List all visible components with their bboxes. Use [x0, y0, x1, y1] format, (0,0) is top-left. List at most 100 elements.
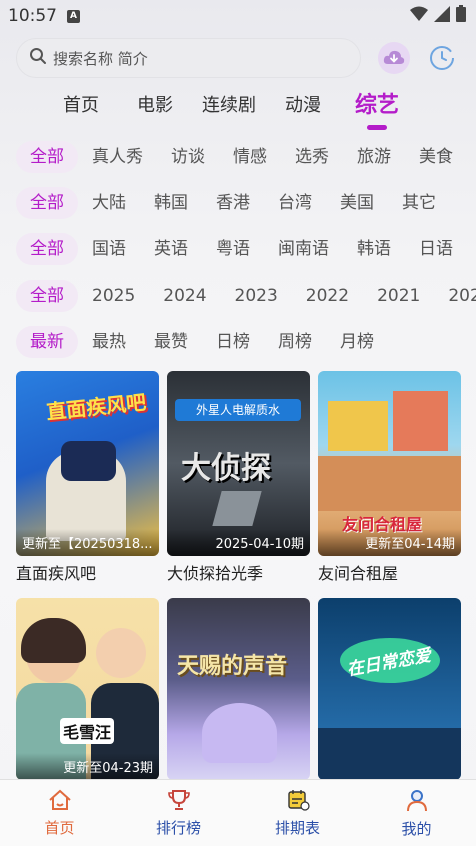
sort-chip[interactable]: 周榜 [264, 326, 326, 358]
filter-chip[interactable]: 日语 [405, 233, 467, 265]
show-poster: 在日常恋爱 [318, 598, 461, 780]
filter-chip[interactable]: 选秀 [281, 141, 343, 173]
show-card[interactable]: 外星人电解质水 大侦探 2025-04-10期 大侦探拾光季 [167, 371, 310, 584]
history-icon [430, 46, 454, 70]
poster-figure [96, 628, 146, 678]
status-bar: 10:57 A [0, 0, 476, 32]
filter-chip[interactable]: 台湾 [264, 187, 326, 219]
sort-chip[interactable]: 月榜 [326, 326, 388, 358]
filter-chip[interactable]: 真人秀 [78, 141, 157, 173]
filter-chip[interactable]: 其它 [388, 187, 450, 219]
filter-chip[interactable]: 全部 [16, 233, 78, 265]
poster-shape [318, 728, 461, 780]
main-tabs: 首页 电影 连续剧 动漫 综艺 [44, 88, 414, 130]
filter-chip[interactable]: 英语 [140, 233, 202, 265]
filter-chip[interactable]: 全部 [16, 280, 78, 312]
nav-home[interactable]: 首页 [10, 789, 110, 838]
show-poster: 友间合租屋 更新至04-14期 [318, 371, 461, 556]
search-input[interactable]: 搜索名称 简介 [16, 38, 361, 78]
filter-chip[interactable]: 美国 [326, 187, 388, 219]
show-title: 大侦探拾光季 [167, 564, 264, 583]
poster-logo: 直面疾风吧 [45, 389, 148, 425]
search-row: 搜索名称 简介 [16, 38, 462, 78]
filter-chip[interactable]: 闽南语 [264, 233, 343, 265]
poster-shape [212, 491, 262, 526]
language-filter: 全部 国语 英语 粤语 闽南语 韩语 日语 [16, 233, 476, 265]
sort-chip[interactable]: 日榜 [202, 326, 264, 358]
tab-home[interactable]: 首页 [44, 88, 118, 124]
filter-chip[interactable]: 访谈 [157, 141, 219, 173]
poster-banner: 外星人电解质水 [175, 399, 301, 421]
poster-logo: 大侦探 [181, 451, 271, 486]
filter-chip[interactable]: 2020 [434, 280, 476, 312]
update-badge: 2025-04-10期 [167, 529, 310, 556]
battery-icon [456, 5, 466, 27]
poster-logo: 天赐的声音 [177, 654, 288, 679]
filter-chip[interactable]: 国语 [78, 233, 140, 265]
nav-schedule-label: 排期表 [274, 818, 320, 837]
calendar-icon [286, 789, 310, 815]
filter-chip[interactable]: 2021 [363, 280, 434, 312]
show-poster: 直面疾风吧 更新至【20250318... [16, 371, 159, 556]
wifi-icon [410, 6, 428, 27]
nav-ranking-label: 排行榜 [155, 818, 201, 837]
download-button[interactable] [378, 42, 410, 74]
search-placeholder: 搜索名称 简介 [53, 49, 148, 68]
poster-shape [393, 391, 448, 451]
filter-chip[interactable]: 2023 [221, 280, 292, 312]
tab-anime[interactable]: 动漫 [266, 88, 340, 124]
show-card[interactable]: 毛雪汪 更新至04-23期 [16, 598, 159, 784]
status-time: 10:57 [8, 6, 57, 26]
tab-movie[interactable]: 电影 [118, 88, 192, 124]
sort-chip[interactable]: 最新 [16, 326, 78, 358]
poster-figure [61, 441, 116, 481]
update-badge: 更新至04-23期 [16, 753, 159, 780]
poster-figure [21, 618, 86, 663]
nav-ranking[interactable]: 排行榜 [129, 789, 229, 838]
poster-shape [328, 401, 388, 451]
show-card[interactable]: 友间合租屋 更新至04-14期 友间合租屋 [318, 371, 461, 584]
filter-chip[interactable]: 2024 [149, 280, 220, 312]
filter-chip[interactable]: 2025 [78, 280, 149, 312]
nav-mine[interactable]: 我的 [367, 788, 467, 839]
sort-chip[interactable]: 最赞 [140, 326, 202, 358]
show-title: 直面疾风吧 [16, 564, 97, 583]
filter-chip[interactable]: 全部 [16, 141, 78, 173]
show-card[interactable]: 天赐的声音 [167, 598, 310, 784]
filter-chip[interactable]: 香港 [202, 187, 264, 219]
show-card[interactable]: 直面疾风吧 更新至【20250318... 直面疾风吧 [16, 371, 159, 584]
tab-series[interactable]: 连续剧 [192, 88, 266, 124]
filter-chip[interactable]: 美食 [405, 141, 467, 173]
poster-logo: 毛雪汪 [60, 718, 115, 744]
show-poster: 外星人电解质水 大侦探 2025-04-10期 [167, 371, 310, 556]
show-card[interactable]: 在日常恋爱 [318, 598, 461, 784]
poster-shape [202, 703, 277, 763]
filter-chip[interactable]: 韩语 [343, 233, 405, 265]
notification-icon: A [67, 9, 80, 23]
show-title: 友间合租屋 [318, 564, 399, 583]
poster-shape [318, 456, 461, 511]
user-icon [405, 788, 429, 816]
trophy-icon [167, 789, 191, 815]
filter-chip[interactable]: 全部 [16, 187, 78, 219]
nav-schedule[interactable]: 排期表 [248, 789, 348, 838]
filter-chip[interactable]: 韩国 [140, 187, 202, 219]
genre-filter: 全部 真人秀 访谈 情感 选秀 旅游 美食 [16, 141, 476, 173]
region-filter: 全部 大陆 韩国 香港 台湾 美国 其它 [16, 187, 476, 219]
sort-chip[interactable]: 最热 [78, 326, 140, 358]
show-poster: 天赐的声音 [167, 598, 310, 780]
sort-filter: 最新 最热 最赞 日榜 周榜 月榜 [16, 326, 476, 358]
tab-variety[interactable]: 综艺 [340, 88, 414, 130]
update-badge: 更新至【20250318... [16, 529, 159, 556]
nav-home-label: 首页 [44, 818, 75, 837]
filter-chip[interactable]: 情感 [219, 141, 281, 173]
filter-chip[interactable]: 粤语 [202, 233, 264, 265]
history-button[interactable] [426, 42, 458, 74]
nav-mine-label: 我的 [401, 819, 432, 838]
filter-chip[interactable]: 大陆 [78, 187, 140, 219]
filter-chip[interactable]: 旅游 [343, 141, 405, 173]
show-poster: 毛雪汪 更新至04-23期 [16, 598, 159, 780]
signal-icon [434, 5, 450, 27]
update-badge: 更新至04-14期 [318, 529, 461, 556]
filter-chip[interactable]: 2022 [292, 280, 363, 312]
